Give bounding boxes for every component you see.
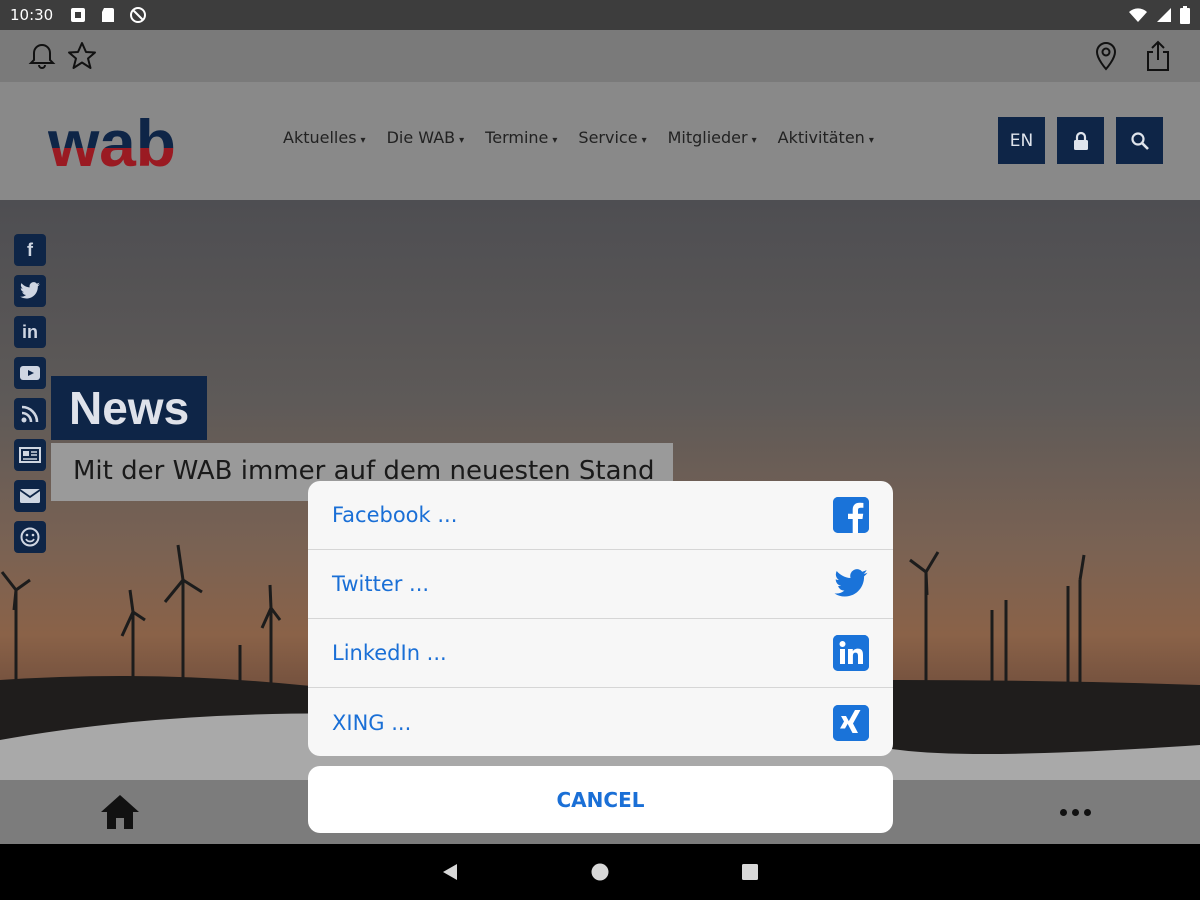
xing-icon (833, 704, 869, 741)
caret-down-icon: ▾ (751, 135, 757, 146)
share-option-twitter[interactable]: Twitter ... (308, 550, 893, 619)
language-button[interactable]: EN (998, 117, 1045, 164)
email-icon[interactable] (14, 480, 46, 512)
youtube-play-icon (20, 366, 40, 380)
rss-feed-icon (21, 405, 39, 423)
newsletter-icon[interactable] (14, 439, 46, 471)
nav-termine[interactable]: Termine ▾ (485, 128, 557, 147)
share-option-label: Facebook ... (332, 503, 458, 527)
recents-icon[interactable] (741, 863, 759, 881)
home-circle-icon[interactable] (590, 862, 610, 882)
caret-down-icon: ▾ (868, 135, 874, 146)
location-button[interactable] (1086, 36, 1126, 76)
bell-icon (28, 43, 56, 69)
twitter-icon (833, 566, 869, 602)
dot-icon (1084, 808, 1091, 816)
share-action-sheet: Facebook ... Twitter ... LinkedIn ... XI… (308, 481, 893, 756)
nav-aktuelles[interactable]: Aktuelles ▾ (283, 128, 366, 147)
search-button[interactable] (1116, 117, 1163, 164)
envelope-icon (19, 489, 41, 503)
signal-icon (1157, 8, 1171, 22)
linkedin-icon[interactable]: in (14, 316, 46, 348)
nav-label: Aktuelles (283, 128, 357, 147)
home-icon (101, 795, 139, 829)
nav-die-wab[interactable]: Die WAB ▾ (387, 128, 465, 147)
caret-down-icon: ▾ (459, 135, 465, 146)
linkedin-icon (833, 635, 869, 671)
smiley-face-icon (20, 527, 40, 547)
dot-icon (1060, 808, 1067, 816)
login-button[interactable] (1057, 117, 1104, 164)
twitter-icon[interactable] (14, 275, 46, 307)
youtube-icon[interactable] (14, 357, 46, 389)
nav-label: Die WAB (386, 128, 456, 147)
nav-label: Termine (485, 128, 549, 147)
no-disturb-icon (130, 7, 147, 23)
share-option-label: LinkedIn ... (332, 641, 447, 665)
location-pin-icon (1095, 41, 1117, 71)
smiley-icon[interactable] (14, 521, 46, 553)
nav-aktivitaeten[interactable]: Aktivitäten ▾ (778, 128, 874, 147)
site-header: wab wab Aktuelles ▾ Die WAB ▾ Termine ▾ Ser… (0, 82, 1200, 200)
newspaper-icon (19, 447, 41, 463)
share-option-linkedin[interactable]: LinkedIn ... (308, 619, 893, 688)
status-time: 10:30 (10, 6, 54, 24)
favorite-button[interactable] (62, 36, 102, 76)
more-button[interactable] (1060, 802, 1100, 822)
battery-icon (1180, 6, 1190, 24)
star-icon (68, 42, 96, 69)
share-icon (1147, 40, 1169, 71)
nav-label: Aktivitäten (777, 128, 865, 147)
bell-button[interactable] (22, 36, 62, 76)
wab-logo-icon: wab wab (48, 108, 176, 172)
facebook-icon (833, 497, 869, 533)
site-logo[interactable]: wab wab (48, 108, 178, 172)
share-option-facebook[interactable]: Facebook ... (308, 481, 893, 550)
nav-mitglieder[interactable]: Mitglieder ▾ (668, 128, 757, 147)
share-option-label: Twitter ... (332, 572, 430, 596)
search-icon (1130, 131, 1149, 150)
dot-icon (1072, 808, 1079, 816)
notification-icon (71, 8, 86, 22)
sd-card-icon (102, 8, 115, 22)
social-sidebar: f in (14, 234, 46, 553)
wifi-icon (1129, 8, 1147, 22)
site-nav: Aktuelles ▾ Die WAB ▾ Termine ▾ Service ▾ Mi… (283, 128, 895, 147)
nav-label: Service (578, 128, 638, 147)
home-button[interactable] (98, 792, 142, 832)
cancel-button[interactable]: CANCEL (308, 766, 893, 833)
nav-label: Mitglieder (667, 128, 748, 147)
status-bar: 10:30 (0, 0, 1200, 30)
app-toolbar (0, 30, 1200, 82)
share-button[interactable] (1138, 36, 1178, 76)
share-option-label: XING ... (332, 710, 412, 735)
system-nav-bar (0, 844, 1200, 900)
nav-service[interactable]: Service ▾ (578, 128, 646, 147)
facebook-icon[interactable]: f (14, 234, 46, 266)
share-option-xing[interactable]: XING ... (308, 688, 893, 756)
caret-down-icon: ▾ (360, 135, 366, 146)
hero-title: News (51, 376, 208, 440)
lock-icon (1073, 131, 1088, 150)
caret-down-icon: ▾ (641, 135, 647, 146)
rss-icon[interactable] (14, 398, 46, 430)
back-icon[interactable] (440, 862, 460, 882)
caret-down-icon: ▾ (552, 135, 558, 146)
twitter-bird-icon (20, 282, 40, 299)
